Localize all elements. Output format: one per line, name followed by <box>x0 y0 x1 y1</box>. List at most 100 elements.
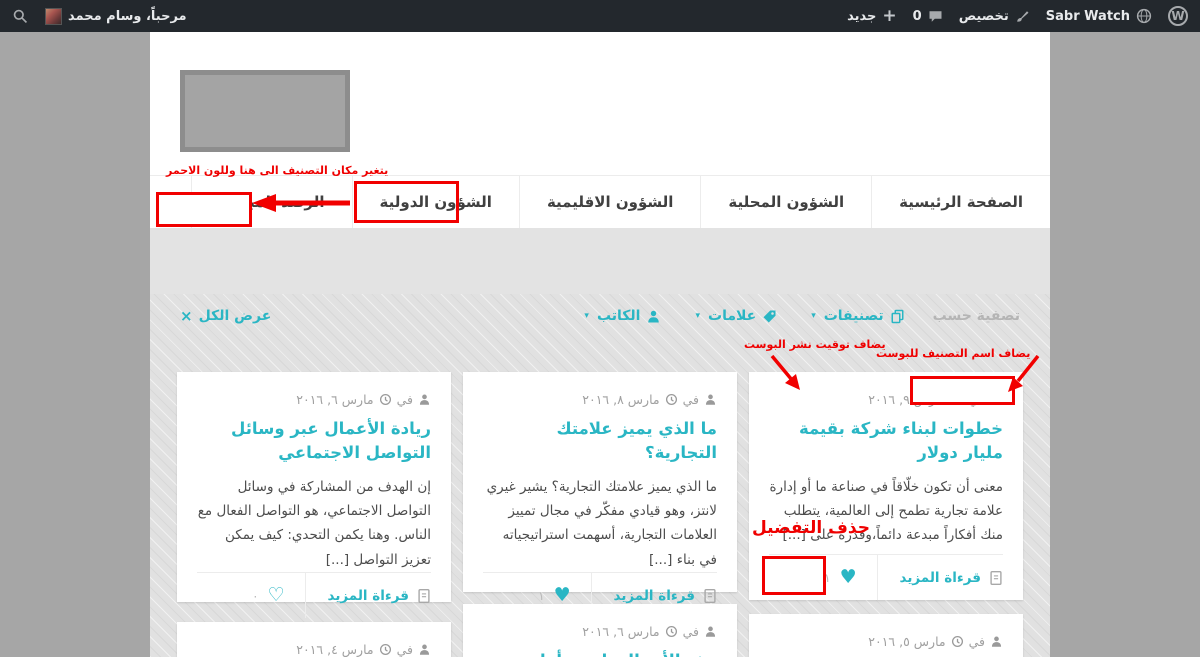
post-card: في مارس ٦, ٢٠١٦ ريادة الأعمال عبر وسائل … <box>177 372 451 602</box>
filter-tags-dropdown[interactable]: علامات ▾ <box>695 308 777 324</box>
clock-icon <box>951 635 964 648</box>
filter-categories-dropdown[interactable]: تصنيفات ▾ <box>811 308 904 324</box>
site-header <box>150 32 1050 175</box>
post-date: مارس ٦, ٢٠١٦ <box>296 392 373 407</box>
close-icon: × <box>180 307 193 325</box>
post-excerpt: إن الهدف من المشاركة في وسائل التواصل ال… <box>197 475 431 572</box>
clock-icon <box>379 393 392 406</box>
meta-in-label: في <box>397 392 413 407</box>
striped-section: تصفية حسب تصنيفات ▾ علامات ▾ <box>150 294 1050 657</box>
main-navigation: الصفحة الرئيسية الشؤون المحلية الشؤون ال… <box>150 175 1050 228</box>
chevron-down-icon: ▾ <box>695 311 700 321</box>
categories-label: تصنيفات <box>824 308 884 324</box>
document-icon <box>417 588 431 604</box>
person-icon <box>704 393 717 406</box>
post-card: في مارس ٦, ٢٠١٦ هذه الأعمال ناجحة أمام ا… <box>463 604 737 657</box>
content-area: تصفية حسب تصنيفات ▾ علامات ▾ <box>150 228 1050 657</box>
post-card: في مارس ٤, ٢٠١٦ <box>177 622 451 657</box>
post-date: مارس ٥, ٢٠١٦ <box>868 634 945 649</box>
meta-in-label: في <box>969 634 985 649</box>
tag-icon <box>762 309 777 324</box>
post-title[interactable]: خطوات لبناء شركة بقيمة مليار دولار <box>769 417 1003 465</box>
post-footer: قرءاة المزيد ♡ ٠ <box>197 572 431 618</box>
post-meta: في مارس ٦, ٢٠١٦ <box>483 624 717 639</box>
read-more-link[interactable]: قرءاة المزيد <box>305 573 431 618</box>
nav-item-home[interactable]: الصفحة الرئيسية <box>871 176 1050 228</box>
posts-column-left: في مارس ٦, ٢٠١٦ ريادة الأعمال عبر وسائل … <box>177 372 451 657</box>
post-footer: قرءاة المزيد ♥ ١ <box>769 554 1003 600</box>
meta-in-label: في <box>683 624 699 639</box>
post-date: مارس ٤, ٢٠١٦ <box>296 642 373 657</box>
nav-item-international-affairs[interactable]: الشؤون الدولية <box>352 176 519 228</box>
search-icon[interactable] <box>12 8 29 25</box>
clock-icon <box>379 643 392 656</box>
show-all-button[interactable]: عرض الكل × <box>180 307 271 325</box>
posts-column-middle: في مارس ٨, ٢٠١٦ ما الذي يميز علامتك التج… <box>463 372 737 657</box>
post-title[interactable]: ريادة الأعمال عبر وسائل التواصل الاجتماع… <box>197 417 431 465</box>
site-logo-placeholder[interactable] <box>180 70 350 152</box>
person-icon <box>646 309 661 324</box>
like-count: ١ <box>824 571 830 585</box>
like-button[interactable]: ♥ ١ <box>824 555 877 600</box>
my-account-menu[interactable]: مرحباً، وسام محمد <box>45 8 187 25</box>
nav-item-live-monitoring[interactable]: الرصد المباشر <box>191 176 351 228</box>
wp-admin-bar: W Sabr Watch تخصيص 0 + جديد <box>0 0 1200 32</box>
site-name-label: Sabr Watch <box>1046 9 1130 24</box>
document-icon <box>989 570 1003 586</box>
person-icon <box>990 393 1003 406</box>
person-icon <box>418 393 431 406</box>
site-name-menu[interactable]: Sabr Watch <box>1046 8 1152 24</box>
paintbrush-icon <box>1015 9 1030 24</box>
filter-author-dropdown[interactable]: الكاتب ▾ <box>584 308 661 324</box>
author-label: الكاتب <box>597 308 641 324</box>
new-content-menu[interactable]: + جديد <box>847 8 897 25</box>
like-count: ١ <box>538 589 544 603</box>
post-meta: في مارس ٤, ٢٠١٦ <box>197 642 431 657</box>
post-card: في مارس ٥, ٢٠١٦ <box>749 614 1023 657</box>
meta-in-label: في <box>683 392 699 407</box>
person-icon <box>704 625 717 638</box>
post-meta: في مارس ٦, ٢٠١٦ <box>197 392 431 407</box>
clock-icon <box>665 393 678 406</box>
pages-icon <box>890 309 905 324</box>
tags-label: علامات <box>708 308 756 324</box>
comments-count: 0 <box>913 9 922 24</box>
plus-icon: + <box>882 8 896 25</box>
show-all-label: عرض الكل <box>199 308 272 324</box>
greeting-label: مرحباً، وسام محمد <box>68 9 187 24</box>
read-more-label: قرءاة المزيد <box>900 570 981 586</box>
meta-in-label: في <box>397 642 413 657</box>
filter-by-label: تصفية حسب <box>933 308 1020 324</box>
person-icon <box>990 635 1003 648</box>
admin-bar-left-group: مرحباً، وسام محمد <box>12 8 187 25</box>
meta-in-label: في <box>969 392 985 407</box>
spacer <box>150 228 1050 294</box>
posts-column-right: في مارس ٩, ٢٠١٦ خطوات لبناء شركة بقيمة م… <box>749 372 1023 657</box>
site-container: الصفحة الرئيسية الشؤون المحلية الشؤون ال… <box>150 32 1050 657</box>
document-icon <box>703 588 717 604</box>
comments-menu[interactable]: 0 <box>913 9 943 24</box>
post-date: مارس ٦, ٢٠١٦ <box>582 624 659 639</box>
post-title[interactable]: ما الذي يميز علامتك التجارية؟ <box>483 417 717 465</box>
post-date: مارس ٨, ٢٠١٦ <box>582 392 659 407</box>
post-excerpt: معنى أن تكون خلّاقاً في صناعة ما أو إدار… <box>769 475 1003 548</box>
post-meta: في مارس ٨, ٢٠١٦ <box>483 392 717 407</box>
chevron-down-icon: ▾ <box>811 311 816 321</box>
heart-filled-icon: ♥ <box>840 568 857 587</box>
clock-icon <box>951 393 964 406</box>
read-more-link[interactable]: قرءاة المزيد <box>877 555 1003 600</box>
admin-bar-right-group: W Sabr Watch تخصيص 0 + جديد <box>847 6 1188 26</box>
post-excerpt: ما الذي يميز علامتك التجارية؟ يشير غيري … <box>483 475 717 572</box>
nav-item-regional-affairs[interactable]: الشؤون الاقليمية <box>519 176 700 228</box>
nav-item-local-affairs[interactable]: الشؤون المحلية <box>700 176 871 228</box>
post-title[interactable]: هذه الأعمال ناجحة أمام الاشتراكات <box>483 649 717 657</box>
wordpress-logo-icon[interactable]: W <box>1168 6 1188 26</box>
new-label: جديد <box>847 9 876 24</box>
like-button[interactable]: ♡ ٠ <box>252 573 305 618</box>
customize-menu[interactable]: تخصيص <box>959 9 1030 24</box>
post-meta: في مارس ٩, ٢٠١٦ <box>769 392 1003 407</box>
post-meta: في مارس ٥, ٢٠١٦ <box>769 634 1003 649</box>
post-card: في مارس ٩, ٢٠١٦ خطوات لبناء شركة بقيمة م… <box>749 372 1023 600</box>
person-icon <box>418 643 431 656</box>
heart-outline-icon: ♡ <box>268 586 285 605</box>
